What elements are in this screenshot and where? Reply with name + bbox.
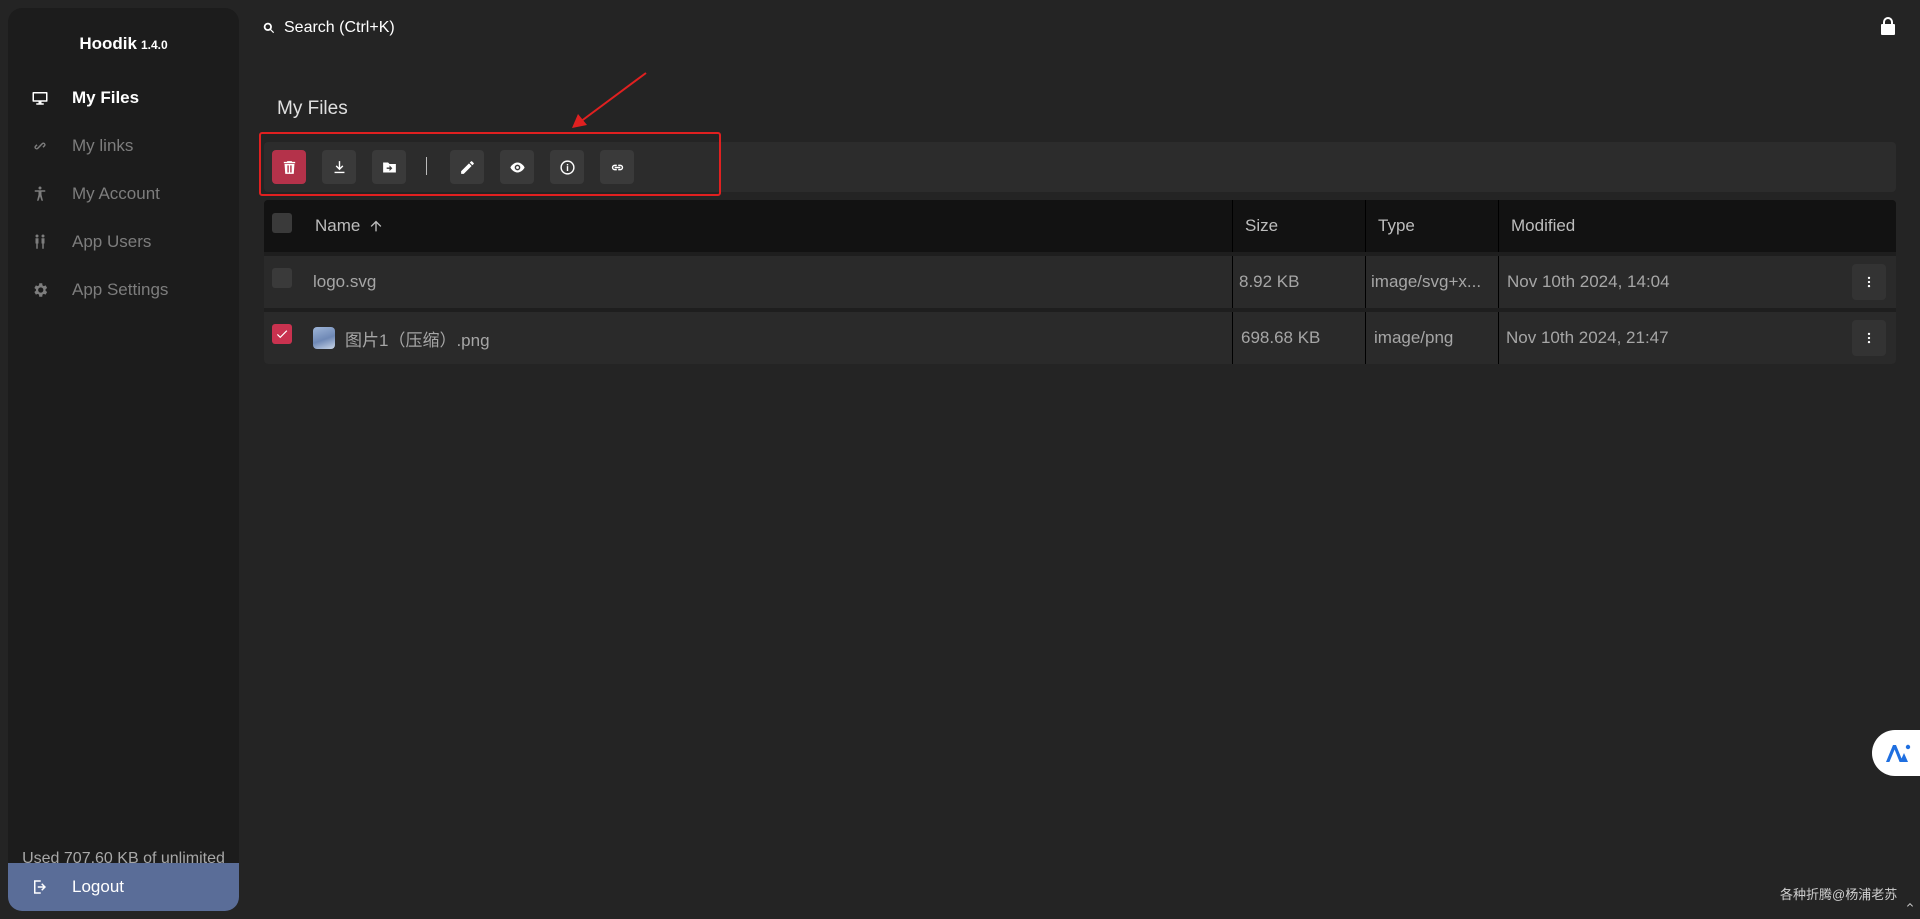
scroll-top-button[interactable]	[1904, 898, 1918, 912]
annotation-highlight-box	[259, 132, 721, 196]
files-table: Name Size Type Modified logo.svg 8.92 KB…	[264, 200, 1896, 364]
sidebar-nav: My Files My links My Account App Users A…	[8, 74, 239, 314]
search-icon	[263, 22, 275, 34]
sidebar-item-my-files[interactable]: My Files	[8, 74, 239, 122]
file-name: 图片1（压缩）.png	[345, 330, 490, 350]
watermark-text: 各种折腾@杨浦老苏	[1780, 887, 1898, 902]
sidebar-item-label: My Account	[72, 184, 160, 203]
app-brand: Hoodik 1.4.0	[8, 34, 239, 54]
row-checkbox[interactable]	[272, 268, 292, 288]
lock-icon	[1881, 17, 1895, 35]
column-divider	[1232, 200, 1233, 252]
annotation-arrow	[572, 72, 647, 128]
app-version: 1.4.0	[140, 38, 168, 52]
users-icon	[30, 232, 50, 252]
sidebar-item-my-account[interactable]: My Account	[8, 170, 239, 218]
column-divider	[1498, 312, 1499, 364]
lock-button[interactable]	[1880, 17, 1896, 35]
link-icon	[30, 136, 50, 156]
table-row[interactable]: 图片1（压缩）.png 698.68 KB image/png Nov 10th…	[264, 308, 1896, 364]
file-type: image/png	[1374, 328, 1454, 347]
monitor-icon	[30, 88, 50, 108]
column-divider	[1232, 256, 1233, 308]
column-divider	[1365, 256, 1366, 308]
file-modified: Nov 10th 2024, 14:04	[1507, 272, 1670, 291]
sidebar-item-app-settings[interactable]: App Settings	[8, 266, 239, 314]
person-icon	[30, 184, 50, 204]
column-header-type[interactable]: Type	[1378, 200, 1415, 252]
sidebar-item-label: My links	[72, 136, 134, 155]
sidebar-item-label: My Files	[72, 88, 140, 107]
table-row[interactable]: logo.svg 8.92 KB image/svg+x... Nov 10th…	[264, 252, 1896, 308]
sort-ascending-icon	[368, 218, 384, 234]
file-modified: Nov 10th 2024, 21:47	[1506, 328, 1669, 347]
column-divider	[1365, 312, 1366, 364]
logout-button[interactable]: Logout	[8, 863, 239, 911]
file-size: 698.68 KB	[1241, 328, 1321, 347]
column-header-modified[interactable]: Modified	[1511, 200, 1575, 252]
file-type: image/svg+x...	[1371, 272, 1482, 291]
file-name-cell[interactable]: 图片1（压缩）.png	[313, 312, 490, 364]
column-divider	[1232, 312, 1233, 364]
more-vertical-icon	[1867, 276, 1871, 288]
column-header-name[interactable]: Name	[315, 200, 384, 252]
sidebar-item-label: App Settings	[72, 280, 169, 299]
more-vertical-icon	[1867, 332, 1871, 344]
column-divider	[1498, 200, 1499, 252]
row-menu-button[interactable]	[1852, 320, 1886, 356]
assistant-float-button[interactable]	[1872, 730, 1920, 776]
search-label: Search (Ctrl+K)	[284, 19, 395, 36]
app-name: Hoodik	[79, 34, 137, 53]
logout-icon	[30, 877, 50, 897]
table-header: Name Size Type Modified	[264, 200, 1896, 252]
column-divider	[1498, 256, 1499, 308]
select-all-checkbox[interactable]	[272, 213, 292, 233]
column-header-label: Name	[315, 216, 361, 235]
file-thumbnail	[313, 327, 335, 349]
chevron-up-icon	[1907, 903, 1913, 907]
sidebar-item-label: App Users	[72, 232, 152, 251]
sidebar-item-my-links[interactable]: My links	[8, 122, 239, 170]
search-trigger[interactable]: Search (Ctrl+K)	[262, 16, 395, 40]
checkmark-icon	[276, 330, 288, 339]
gear-icon	[30, 280, 50, 300]
logout-label: Logout	[72, 877, 124, 896]
sidebar-item-app-users[interactable]: App Users	[8, 218, 239, 266]
page-title: My Files	[277, 98, 348, 119]
column-divider	[1365, 200, 1366, 252]
file-size: 8.92 KB	[1239, 272, 1300, 291]
row-checkbox[interactable]	[272, 324, 292, 344]
file-name[interactable]: logo.svg	[313, 256, 376, 308]
sidebar: Hoodik 1.4.0 My Files My links My Account…	[8, 8, 239, 911]
row-menu-button[interactable]	[1852, 264, 1886, 300]
assistant-logo-icon	[1886, 744, 1911, 762]
column-header-size[interactable]: Size	[1245, 200, 1278, 252]
